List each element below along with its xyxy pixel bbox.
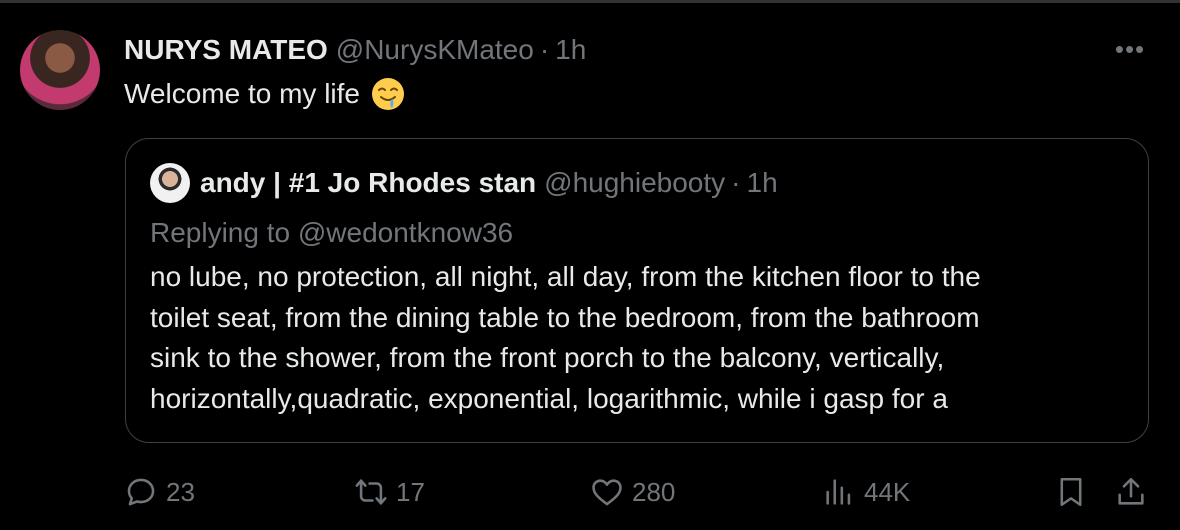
views-button[interactable]: 44K [822,472,910,512]
action-bar: 23 17 280 44K [0,472,1180,512]
quote-text-line: no lube, no protection, all night, all d… [150,261,981,292]
retweet-count: 17 [396,476,425,507]
share-icon [1118,477,1144,505]
share-button[interactable] [1114,472,1148,512]
heart-icon [592,479,622,506]
author-name[interactable]: NURYS MATEO [124,34,328,66]
quote-author-name: andy | #1 Jo Rhodes stan [200,167,537,198]
tweet-text: Welcome to my life [124,74,406,114]
retweet-icon [355,479,387,505]
like-count: 280 [632,476,676,507]
tweet-header: NURYS MATEO @NurysKMateo · 1h [124,30,586,70]
tweet-text-content: Welcome to my life [124,78,360,109]
more-options-icon[interactable]: ••• [1110,34,1150,64]
quote-author-handle: @hughiebooty [544,167,726,198]
quote-timestamp: 1h [746,167,778,198]
separator-dot: · [539,34,550,65]
reply-button[interactable]: 23 [124,472,195,512]
avatar[interactable] [20,30,100,110]
views-count: 44K [864,476,911,507]
like-button[interactable]: 280 [590,472,675,512]
quote-avatar [150,163,190,203]
replying-to: Replying to @wedontknow36 [150,217,514,248]
quote-text: no lube, no protection, all night, all d… [150,257,1110,419]
quote-text-line: horizontally,quadratic, exponential, log… [150,382,948,414]
bookmark-icon [1060,477,1082,507]
top-divider [0,0,1180,3]
author-handle[interactable]: @NurysKMateo [336,34,534,66]
drooling-face-icon [372,78,404,110]
quote-text-line: sink to the shower, from the front porch… [150,342,945,373]
quote-header: andy | #1 Jo Rhodes stan @hughiebooty · … [150,163,778,203]
reply-count: 23 [166,476,195,507]
quote-text-line: toilet seat, from the dining table to th… [150,301,980,333]
quote-separator-dot: · [731,167,741,198]
quoted-tweet-card[interactable]: andy | #1 Jo Rhodes stan @hughiebooty · … [125,138,1149,443]
timestamp[interactable]: 1h [555,34,586,66]
views-icon [826,479,851,505]
reply-icon [127,478,155,506]
retweet-button[interactable]: 17 [354,472,425,512]
bookmark-button[interactable] [1054,472,1088,512]
